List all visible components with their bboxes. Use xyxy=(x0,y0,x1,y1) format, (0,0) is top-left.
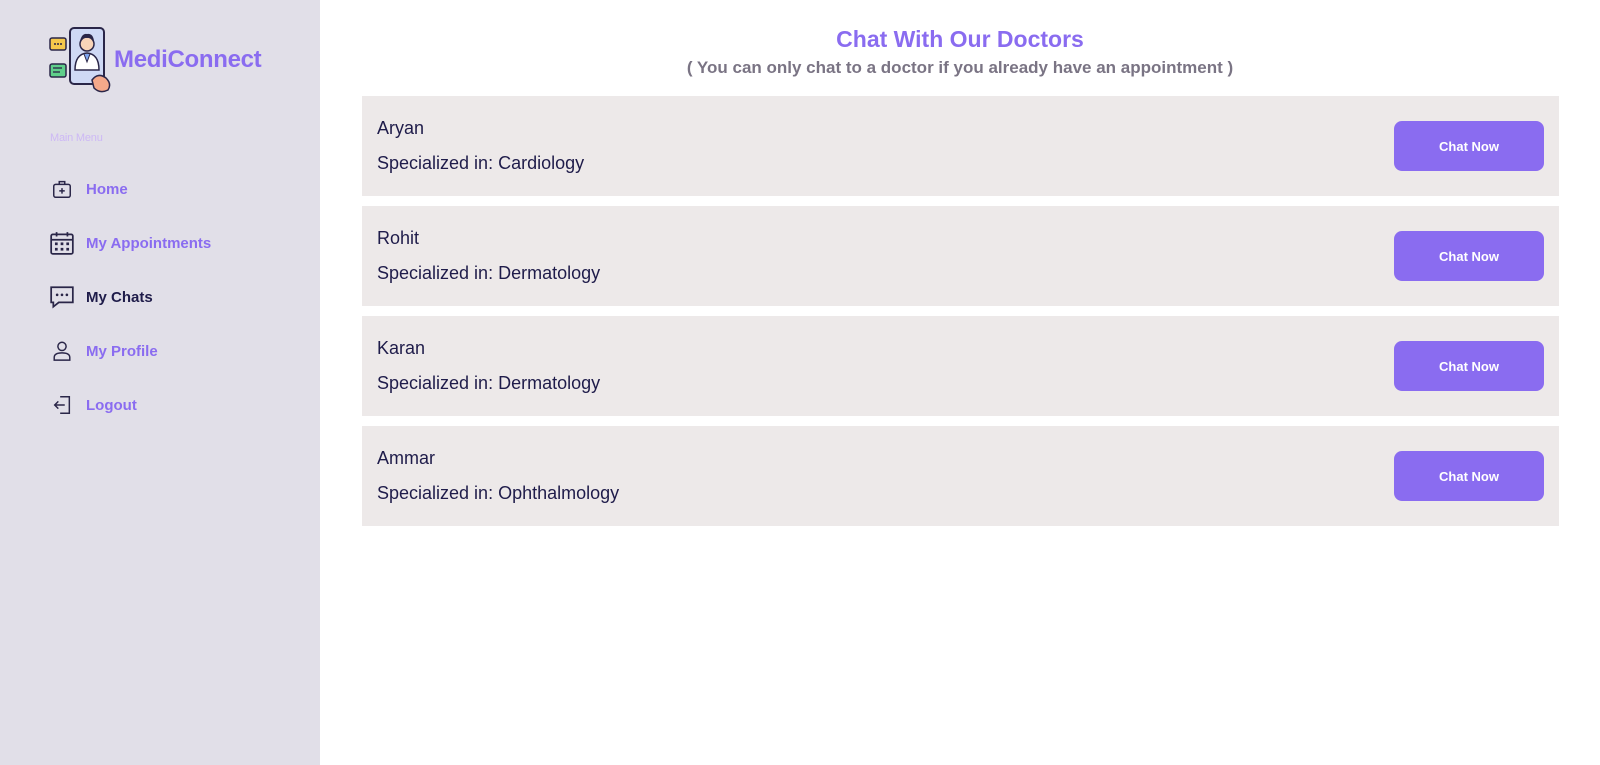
sidebar-item-home[interactable]: Home xyxy=(48,162,288,216)
sidebar-item-label: My Appointments xyxy=(86,234,212,252)
user-icon xyxy=(48,337,76,365)
sidebar-item-chats[interactable]: My Chats xyxy=(48,270,288,324)
sidebar-item-logout[interactable]: Logout xyxy=(48,378,288,432)
doctor-card: Karan Specialized in: Dermatology Chat N… xyxy=(362,316,1559,416)
sidebar-item-label: Home xyxy=(86,180,128,198)
brand[interactable]: MediConnect xyxy=(48,26,262,94)
doctor-card: Rohit Specialized in: Dermatology Chat N… xyxy=(362,206,1559,306)
sidebar-item-appointments[interactable]: My Appointments xyxy=(48,216,288,270)
doctor-specialization: Specialized in: Cardiology xyxy=(377,153,585,173)
doctor-specialization: Specialized in: Dermatology xyxy=(377,373,601,393)
page-title: Chat With Our Doctors xyxy=(836,26,1084,52)
chat-now-button[interactable]: Chat Now xyxy=(1394,451,1544,501)
calendar-icon xyxy=(48,229,76,257)
doctor-list: Aryan Specialized in: Cardiology Chat No… xyxy=(362,96,1559,536)
logout-icon xyxy=(48,391,76,419)
chat-now-button[interactable]: Chat Now xyxy=(1394,231,1544,281)
sidebar-item-label: Logout xyxy=(86,396,137,414)
chat-now-button[interactable]: Chat Now xyxy=(1394,341,1544,391)
sidebar: MediConnect Main Menu Home My Appointmen… xyxy=(0,0,320,765)
main-menu: Home My Appointments My Chats My Profile… xyxy=(48,162,288,432)
doctor-specialization: Specialized in: Ophthalmology xyxy=(377,483,620,503)
doctor-on-phone-icon xyxy=(49,27,111,93)
brand-name: MediConnect xyxy=(114,46,262,73)
chat-now-button[interactable]: Chat Now xyxy=(1394,121,1544,171)
doctor-card: Aryan Specialized in: Cardiology Chat No… xyxy=(362,96,1559,196)
doctor-card: Ammar Specialized in: Ophthalmology Chat… xyxy=(362,426,1559,526)
doctor-specialization: Specialized in: Dermatology xyxy=(377,263,601,283)
app-root: MediConnect Main Menu Home My Appointmen… xyxy=(0,0,1600,765)
medical-bag-icon xyxy=(48,175,76,203)
page-subtitle: ( You can only chat to a doctor if you a… xyxy=(686,58,1234,77)
chat-bubble-icon xyxy=(48,283,76,311)
doctor-name: Rohit xyxy=(377,228,420,248)
sidebar-item-label: My Profile xyxy=(86,342,158,360)
doctor-name: Aryan xyxy=(377,118,425,138)
doctor-name: Karan xyxy=(377,338,426,358)
sidebar-item-label: My Chats xyxy=(86,288,153,306)
main-content: Chat With Our Doctors ( You can only cha… xyxy=(320,0,1600,765)
doctor-name: Ammar xyxy=(377,448,435,468)
menu-caption: Main Menu xyxy=(50,132,103,144)
sidebar-item-profile[interactable]: My Profile xyxy=(48,324,288,378)
